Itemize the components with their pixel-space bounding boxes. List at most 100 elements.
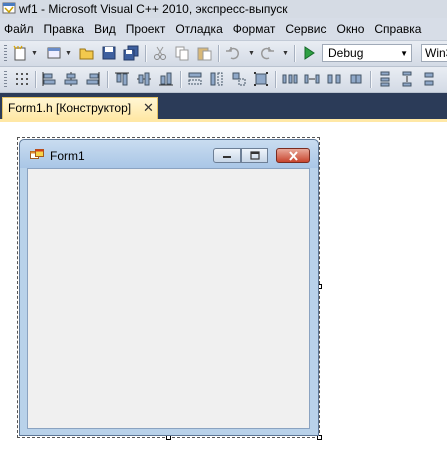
make-same-height-button[interactable] <box>208 70 226 88</box>
form-title: Form1 <box>50 149 85 163</box>
copy-button[interactable] <box>173 44 191 62</box>
make-same-width-button[interactable] <box>186 70 204 88</box>
size-to-grid-button[interactable] <box>252 70 270 88</box>
align-rights-icon <box>86 72 100 86</box>
decrease-horizontal-spacing-icon <box>327 74 341 84</box>
toolbar-separator <box>35 71 37 88</box>
configuration-select[interactable]: Debug ▼ <box>322 44 412 62</box>
minimize-icon <box>223 155 231 158</box>
align-bottoms-button[interactable] <box>157 70 175 88</box>
remove-horizontal-spacing-button[interactable] <box>347 70 365 88</box>
add-item-icon <box>47 47 61 59</box>
configuration-value: Debug <box>328 46 364 60</box>
undo-button[interactable] <box>224 44 242 62</box>
save-icon <box>102 46 116 60</box>
remove-horizontal-spacing-icon <box>350 74 362 84</box>
horizontal-spacing-equal-button[interactable] <box>281 70 299 88</box>
title-bar: wf1 - Microsoft Visual C++ 2010, экспрес… <box>0 0 447 18</box>
align-bottoms-icon <box>159 72 173 86</box>
form-title-bar[interactable]: Form1 <box>20 140 318 168</box>
save-all-button[interactable] <box>122 44 140 62</box>
chevron-down-icon[interactable]: ▼ <box>31 50 38 57</box>
menu-debug[interactable]: Отладка <box>170 18 227 40</box>
horizontal-spacing-icon <box>282 74 298 84</box>
menu-bar: Файл Правка Вид Проект Отладка Формат Се… <box>0 18 447 41</box>
paste-button[interactable] <box>195 44 213 62</box>
tab-form1-designer[interactable]: Form1.h [Конструктор] ✕ <box>2 97 158 119</box>
menu-project[interactable]: Проект <box>121 18 171 40</box>
vertical-spacing-icon <box>380 71 390 87</box>
chevron-down-icon[interactable]: ▼ <box>65 50 72 57</box>
menu-file[interactable]: Файл <box>0 18 39 40</box>
align-centers-icon <box>64 72 78 86</box>
save-all-icon <box>123 45 139 61</box>
toolbar-grip[interactable] <box>4 45 7 62</box>
decrease-horizontal-spacing-button[interactable] <box>325 70 343 88</box>
close-button[interactable] <box>276 148 310 163</box>
chevron-down-icon[interactable]: ▼ <box>248 50 255 57</box>
start-debug-icon <box>304 46 315 60</box>
menu-edit[interactable]: Правка <box>39 18 90 40</box>
layout-toolbar <box>0 67 447 93</box>
toolbar-separator <box>107 71 109 88</box>
make-same-size-icon <box>232 72 246 86</box>
new-project-icon <box>13 45 26 61</box>
make-same-size-button[interactable] <box>230 70 248 88</box>
toolbar-separator <box>180 71 182 88</box>
toolbar-separator <box>275 71 277 88</box>
align-tops-icon <box>115 72 129 86</box>
close-icon[interactable]: ✕ <box>143 101 154 115</box>
align-tops-button[interactable] <box>113 70 131 88</box>
make-same-height-icon <box>210 72 223 86</box>
increase-horizontal-spacing-icon <box>304 74 320 84</box>
cut-icon <box>154 46 166 60</box>
add-item-button[interactable] <box>45 44 63 62</box>
decrease-vertical-spacing-button[interactable] <box>420 70 438 88</box>
platform-select[interactable]: Win32 <box>421 44 447 62</box>
open-file-button[interactable] <box>78 44 96 62</box>
menu-view[interactable]: Вид <box>89 18 121 40</box>
menu-window[interactable]: Окно <box>331 18 369 40</box>
toolbar-separator <box>218 45 220 62</box>
copy-icon <box>175 46 189 61</box>
menu-format[interactable]: Формат <box>228 18 281 40</box>
toolbar-separator <box>370 71 372 88</box>
window-title: wf1 - Microsoft Visual C++ 2010, экспрес… <box>19 2 288 16</box>
vertical-spacing-equal-button[interactable] <box>376 70 394 88</box>
toolbar-separator <box>294 45 296 62</box>
align-lefts-button[interactable] <box>40 70 58 88</box>
increase-vertical-spacing-icon <box>402 71 412 87</box>
form-icon <box>30 149 44 159</box>
align-middles-button[interactable] <box>135 70 153 88</box>
align-to-grid-icon <box>16 73 28 85</box>
align-to-grid-button[interactable] <box>13 70 31 88</box>
start-debugging-button[interactable] <box>300 44 318 62</box>
align-lefts-icon <box>42 72 56 86</box>
align-rights-button[interactable] <box>84 70 102 88</box>
redo-button[interactable] <box>258 44 276 62</box>
maximize-button[interactable] <box>241 148 268 163</box>
increase-vertical-spacing-button[interactable] <box>398 70 416 88</box>
toolbar-grip[interactable] <box>4 71 7 88</box>
redo-icon <box>260 47 274 60</box>
size-to-grid-icon <box>254 72 268 86</box>
app-icon <box>2 2 16 14</box>
menu-tools[interactable]: Сервис <box>280 18 331 40</box>
toolbar-separator <box>145 45 147 62</box>
form-window[interactable]: Form1 <box>19 139 319 436</box>
maximize-icon <box>249 151 260 160</box>
cut-button[interactable] <box>151 44 169 62</box>
decrease-vertical-spacing-icon <box>424 72 434 86</box>
minimize-button[interactable] <box>213 148 241 163</box>
new-project-button[interactable] <box>11 44 29 62</box>
menu-help[interactable]: Справка <box>369 18 426 40</box>
save-button[interactable] <box>100 44 118 62</box>
form-client-area[interactable] <box>27 168 310 429</box>
chevron-down-icon[interactable]: ▼ <box>282 50 289 57</box>
undo-icon <box>226 47 240 60</box>
increase-horizontal-spacing-button[interactable] <box>303 70 321 88</box>
open-file-icon <box>79 48 94 60</box>
platform-value: Win32 <box>425 46 447 60</box>
align-centers-button[interactable] <box>62 70 80 88</box>
paste-icon <box>197 47 212 61</box>
